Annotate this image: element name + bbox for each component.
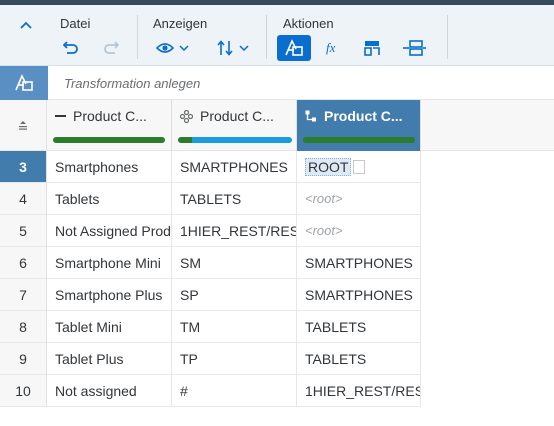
transform-icon: [285, 39, 303, 56]
table-cell[interactable]: #: [172, 375, 297, 407]
table-row: 8 Tablet Mini TM TABLETS: [0, 311, 554, 343]
function-button[interactable]: fx: [321, 35, 347, 61]
svg-text:fx: fx: [326, 40, 336, 55]
table-cell-null[interactable]: <root>: [297, 183, 421, 215]
merge-column-icon: [403, 40, 426, 56]
table-cell[interactable]: SP: [172, 279, 297, 311]
view-group: Anzeigen: [138, 5, 266, 66]
table-cell[interactable]: Not assigned: [47, 375, 172, 407]
text-cursor: [353, 159, 366, 174]
merge-column-button[interactable]: [399, 35, 429, 61]
transform-button[interactable]: [277, 35, 311, 61]
table-cell[interactable]: Smartphone Mini: [47, 247, 172, 279]
row-number[interactable]: 4: [0, 183, 47, 215]
function-icon: fx: [326, 40, 336, 55]
hierarchy-parent-icon: [305, 110, 316, 122]
collapse-toolbar-button[interactable]: [14, 15, 38, 35]
undo-icon: [63, 41, 78, 54]
row-options-icon: [19, 121, 27, 130]
column-header-label: Product C...: [73, 108, 147, 124]
row-number[interactable]: 9: [0, 343, 47, 375]
grid-header: Product C... Product C... Product C...: [0, 100, 554, 151]
toolbar-separator: [447, 15, 448, 59]
table-cell[interactable]: 1HIER_REST/REST: [172, 215, 297, 247]
dash-icon: [55, 115, 66, 117]
view-options-button[interactable]: [152, 35, 192, 61]
table-cell[interactable]: TABLETS: [297, 343, 421, 375]
table-row: 10 Not assigned # 1HIER_REST/REST: [0, 375, 554, 407]
toolbar: Datei Anzeigen Aktionen fx: [0, 5, 554, 66]
table-row: 4 Tablets TABLETS <root>: [0, 183, 554, 215]
data-quality-bar: [53, 137, 165, 143]
table-row: 9 Tablet Plus TP TABLETS: [0, 343, 554, 375]
table-cell[interactable]: TABLETS: [297, 311, 421, 343]
column-header-product-category-id[interactable]: Product C...: [172, 100, 297, 151]
table-row: 5 Not Assigned Products 1HIER_REST/REST …: [0, 215, 554, 247]
table-cell[interactable]: SM: [172, 247, 297, 279]
group-label-file: Datei: [60, 16, 91, 31]
group-label-actions: Aktionen: [283, 16, 334, 31]
column-header-label: Product C...: [200, 108, 274, 124]
row-number[interactable]: 10: [0, 375, 47, 407]
transformation-bar-button[interactable]: [0, 66, 48, 100]
table-cell[interactable]: TM: [172, 311, 297, 343]
row-number[interactable]: 5: [0, 215, 47, 247]
chevron-down-icon: [238, 45, 249, 51]
table-cell[interactable]: Not Assigned Products: [47, 215, 172, 247]
hierarchy-node-icon: [180, 109, 193, 123]
column-header-label: Product C...: [324, 108, 403, 124]
table-cell[interactable]: Smartphones: [47, 151, 172, 183]
table-cell[interactable]: Tablet Mini: [47, 311, 172, 343]
table-row: 6 Smartphone Mini SM SMARTPHONES: [0, 247, 554, 279]
table-cell[interactable]: TP: [172, 343, 297, 375]
table-cell[interactable]: Tablets: [47, 183, 172, 215]
table-cell[interactable]: TABLETS: [172, 183, 297, 215]
table-cell-selected[interactable]: ROOT: [297, 151, 421, 183]
file-group: Datei: [47, 5, 137, 66]
chevron-up-icon: [20, 21, 32, 29]
split-column-button[interactable]: [359, 35, 385, 61]
redo-button[interactable]: [99, 35, 123, 61]
row-number[interactable]: 3: [0, 151, 47, 183]
transformation-input[interactable]: Transformation anlegen: [64, 76, 200, 91]
formula-bar: Transformation anlegen: [0, 66, 554, 100]
eye-icon: [155, 43, 174, 53]
table-cell[interactable]: 1HIER_REST/REST: [297, 375, 421, 407]
table-cell[interactable]: Smartphone Plus: [47, 279, 172, 311]
grid-corner[interactable]: [0, 100, 47, 151]
selected-text: ROOT: [305, 157, 352, 176]
table-cell[interactable]: SMARTPHONES: [297, 279, 421, 311]
undo-button[interactable]: [59, 35, 83, 61]
sort-icon: [216, 40, 233, 56]
column-header-product-category-text[interactable]: Product C...: [47, 100, 172, 151]
table-cell[interactable]: Tablet Plus: [47, 343, 172, 375]
table-cell[interactable]: SMARTPHONES: [172, 151, 297, 183]
table-row: 7 Smartphone Plus SP SMARTPHONES: [0, 279, 554, 311]
sort-button[interactable]: [210, 35, 254, 61]
table-cell-null[interactable]: <root>: [297, 215, 421, 247]
group-label-view: Anzeigen: [153, 16, 208, 31]
data-quality-bar: [303, 137, 415, 143]
column-header-product-category-parent[interactable]: Product C...: [297, 100, 421, 151]
row-number[interactable]: 8: [0, 311, 47, 343]
row-number[interactable]: 7: [0, 279, 47, 311]
row-number[interactable]: 6: [0, 247, 47, 279]
redo-icon: [104, 41, 119, 54]
chevron-down-icon: [178, 45, 189, 51]
data-grid: Product C... Product C... Product C... 3…: [0, 100, 554, 426]
data-quality-bar: [178, 137, 292, 143]
transform-icon: [15, 74, 33, 91]
table-cell[interactable]: SMARTPHONES: [297, 247, 421, 279]
split-column-icon: [364, 41, 380, 56]
table-row: 3 Smartphones SMARTPHONES ROOT: [0, 151, 554, 183]
actions-group: Aktionen fx: [267, 5, 447, 66]
